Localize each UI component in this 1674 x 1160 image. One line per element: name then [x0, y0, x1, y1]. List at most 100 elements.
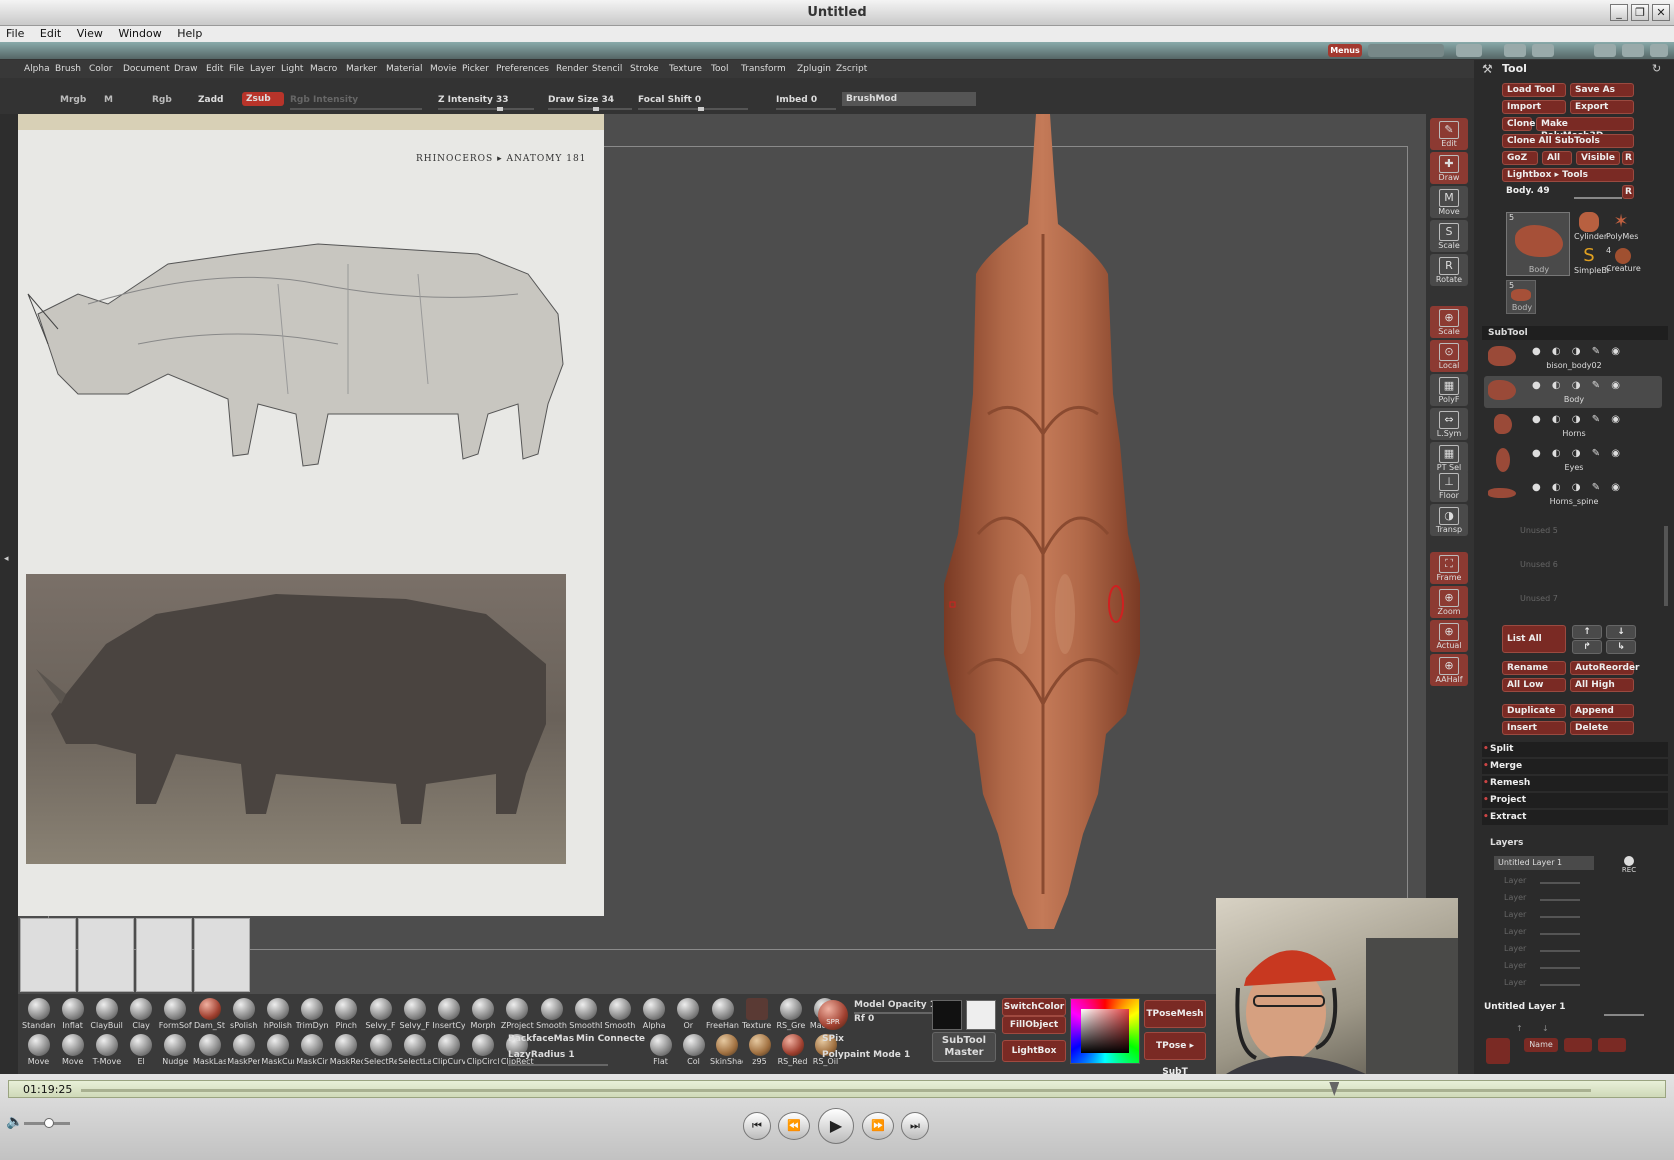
- layer-up-arrow-icon[interactable]: ↑: [1516, 1024, 1542, 1036]
- zsub-button[interactable]: Zsub: [242, 92, 284, 106]
- rf-slider[interactable]: Rf 0: [854, 1014, 874, 1024]
- lsym-button[interactable]: ⇔ L.Sym: [1430, 408, 1468, 440]
- reference-thumb[interactable]: [20, 918, 76, 992]
- export-button[interactable]: Export: [1570, 100, 1634, 114]
- zb-menu-zplugin[interactable]: Zplugin: [797, 64, 831, 74]
- rewind-button[interactable]: ⏪: [778, 1112, 810, 1140]
- primary-color-swatch[interactable]: [966, 1000, 996, 1030]
- rgb-intensity-slider[interactable]: Rgb Intensity: [290, 95, 358, 105]
- material-button[interactable]: Col: [677, 1034, 710, 1070]
- subtool-master-button[interactable]: SubTool Master: [932, 1032, 996, 1062]
- draw-button[interactable]: ✚ Draw: [1430, 152, 1468, 184]
- model-opacity-slider[interactable]: Model Opacity 1: [854, 1000, 936, 1010]
- zb-menu-layer[interactable]: Layer: [250, 64, 275, 74]
- brush-button[interactable]: Nudge: [159, 1034, 192, 1070]
- color-picker[interactable]: [1070, 998, 1140, 1064]
- subtool-visibility-icons[interactable]: ● ◐ ◑ ✎ ◉: [1532, 448, 1624, 459]
- z-intensity-slider[interactable]: Z Intensity 33: [438, 95, 509, 105]
- default-script-button[interactable]: [1456, 44, 1482, 57]
- tool-thumb-simplebrush[interactable]: S SimpleBr: [1574, 246, 1610, 278]
- save-as-button[interactable]: Save As: [1570, 83, 1634, 97]
- focal-shift-slider[interactable]: Focal Shift 0: [638, 95, 701, 105]
- split-section[interactable]: Split: [1482, 742, 1668, 757]
- layer-delete-button[interactable]: [1598, 1038, 1626, 1052]
- brush-button[interactable]: MaskPer: [227, 1034, 260, 1070]
- subtool-item[interactable]: ● ◐ ◑ ✎ ◉ Eyes: [1484, 444, 1662, 476]
- brush-button[interactable]: Move: [56, 1034, 89, 1070]
- zb-menu-marker[interactable]: Marker: [346, 64, 377, 74]
- brush-button[interactable]: Pinch: [330, 998, 363, 1034]
- brush-button[interactable]: SelectRe: [364, 1034, 397, 1070]
- timeline-bar[interactable]: 01:19:25: [8, 1080, 1666, 1098]
- brush-button[interactable]: sPolish: [227, 998, 260, 1034]
- subtool-scrollbar[interactable]: [1664, 526, 1668, 606]
- new-layer-button[interactable]: [1486, 1038, 1510, 1064]
- zb-menu-transform[interactable]: Transform: [741, 64, 786, 74]
- secondary-color-swatch[interactable]: [932, 1000, 962, 1030]
- zb-menu-preferences[interactable]: Preferences: [496, 64, 549, 74]
- goz-r-button[interactable]: R: [1622, 151, 1634, 165]
- empty-layer-row[interactable]: Layer: [1504, 944, 1584, 953]
- color-picker-square[interactable]: [1081, 1009, 1129, 1053]
- brush-button[interactable]: Inflat: [56, 998, 89, 1034]
- tool-thumb-cylinder[interactable]: Cylinder: [1574, 212, 1607, 244]
- append-button[interactable]: Append: [1570, 704, 1634, 718]
- brushmod-slider[interactable]: BrushMod: [842, 92, 976, 106]
- move-button[interactable]: M Move: [1430, 186, 1468, 218]
- z-intensity-knob[interactable]: [497, 107, 503, 111]
- brush-button[interactable]: Alpha: [638, 998, 671, 1034]
- tool-r-button[interactable]: R: [1622, 185, 1634, 199]
- left-tray-rail[interactable]: ◂: [0, 114, 18, 1074]
- tool-thumb-body-small[interactable]: 5 Body: [1506, 280, 1536, 314]
- menu-view[interactable]: View: [71, 26, 109, 42]
- local-button[interactable]: ⊙ Local: [1430, 340, 1468, 372]
- collapse-left-tray-icon[interactable]: ◂: [4, 554, 12, 568]
- list-all-button[interactable]: List All: [1502, 625, 1566, 653]
- brush-button[interactable]: hPolish: [261, 998, 294, 1034]
- brush-button[interactable]: FormSoft: [159, 998, 192, 1034]
- zb-menu-draw[interactable]: Draw: [174, 64, 198, 74]
- layout-button[interactable]: [1504, 44, 1526, 57]
- zb-menu-render[interactable]: Render: [556, 64, 588, 74]
- fast-forward-button[interactable]: ⏩: [862, 1112, 894, 1140]
- all-high-button[interactable]: All High: [1570, 678, 1634, 692]
- rotate-button[interactable]: R Rotate: [1430, 254, 1468, 286]
- draw-size-slider[interactable]: Draw Size 34: [548, 95, 614, 105]
- brush-button[interactable]: TrimDyn: [296, 998, 329, 1034]
- autoreorder-button[interactable]: AutoReorder: [1570, 661, 1640, 675]
- zadd-button[interactable]: Zadd: [198, 95, 223, 105]
- project-section[interactable]: Project: [1482, 793, 1668, 808]
- subtool-item-selected[interactable]: ● ◐ ◑ ✎ ◉ Body: [1484, 376, 1662, 408]
- material-button[interactable]: Flat: [644, 1034, 677, 1070]
- clone-all-subtools-button[interactable]: Clone All SubTools: [1502, 134, 1634, 148]
- document-canvas[interactable]: RHINOCEROS ▸ ANATOMY 181: [18, 114, 1426, 994]
- brush-button[interactable]: ZProject: [501, 998, 534, 1034]
- brush-button[interactable]: El: [125, 1034, 158, 1070]
- move-down-arrow-icon[interactable]: ↓: [1606, 625, 1636, 639]
- zb-menu-stencil[interactable]: Stencil: [592, 64, 622, 74]
- empty-layer-row[interactable]: Layer: [1504, 893, 1584, 902]
- brush-button[interactable]: RS_Gre: [774, 998, 807, 1034]
- remesh-section[interactable]: Remesh: [1482, 776, 1668, 791]
- layer-intensity-slider[interactable]: [1604, 1014, 1644, 1016]
- imbed-slider[interactable]: Imbed 0: [776, 95, 817, 105]
- zb-menu-macro[interactable]: Macro: [310, 64, 337, 74]
- subtool-item[interactable]: ● ◐ ◑ ✎ ◉ Horns_spine: [1484, 478, 1662, 510]
- zb-menu-material[interactable]: Material: [386, 64, 423, 74]
- backface-mask-toggle[interactable]: BackfaceMas: [508, 1034, 574, 1044]
- subtool-section-header[interactable]: SubTool: [1482, 326, 1668, 340]
- merge-section[interactable]: Merge: [1482, 759, 1668, 774]
- lightbox-tools-button[interactable]: Lightbox ▸ Tools: [1502, 168, 1634, 182]
- transp-button[interactable]: ◑ Transp: [1430, 504, 1468, 536]
- extract-section[interactable]: Extract: [1482, 810, 1668, 825]
- empty-layer-row[interactable]: Layer: [1504, 927, 1584, 936]
- goz-visible-button[interactable]: Visible: [1576, 151, 1620, 165]
- menus-toggle-button[interactable]: Menus: [1328, 44, 1362, 57]
- rgb-intensity-track[interactable]: [290, 108, 422, 110]
- reference-thumb[interactable]: [78, 918, 134, 992]
- z-intensity-track[interactable]: [438, 108, 534, 110]
- brush-button[interactable]: MaskLas: [193, 1034, 226, 1070]
- scale-view-button[interactable]: ⊕ Scale: [1430, 306, 1468, 338]
- goz-button[interactable]: GoZ: [1502, 151, 1538, 165]
- layers-section-header[interactable]: Layers: [1482, 838, 1668, 850]
